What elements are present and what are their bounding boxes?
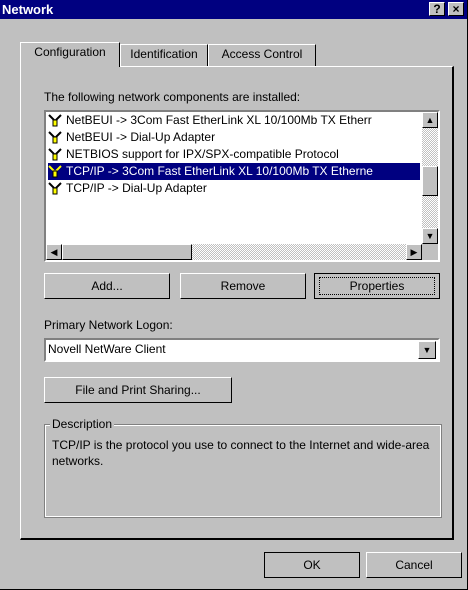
- network-protocol-icon: [48, 113, 62, 127]
- triangle-down-icon: ▼: [425, 231, 435, 241]
- scroll-up-button[interactable]: ▲: [422, 112, 438, 128]
- focus-rectangle: Properties: [319, 277, 435, 295]
- network-protocol-icon: [48, 147, 62, 161]
- scroll-right-button[interactable]: ▶: [406, 244, 422, 260]
- ok-button[interactable]: OK: [264, 552, 360, 578]
- properties-button-label: Properties: [349, 279, 405, 293]
- list-item[interactable]: NetBEUI -> 3Com Fast EtherLink XL 10/100…: [48, 112, 420, 129]
- logon-select-value: Novell NetWare Client: [48, 342, 166, 356]
- tab-access-control-label: Access Control: [221, 47, 303, 61]
- add-button-label: Add...: [91, 279, 123, 293]
- chevron-down-icon: ▼: [422, 345, 432, 355]
- scroll-left-button[interactable]: ◀: [46, 244, 62, 260]
- list-item[interactable]: NetBEUI -> Dial-Up Adapter: [48, 129, 420, 146]
- network-protocol-icon: [48, 164, 62, 178]
- vertical-scroll-thumb[interactable]: [422, 166, 438, 196]
- logon-label: Primary Network Logon:: [44, 318, 173, 332]
- title-bar[interactable]: Network ? ×: [0, 0, 467, 19]
- window-title: Network: [2, 2, 54, 17]
- file-print-sharing-button[interactable]: File and Print Sharing...: [44, 377, 232, 403]
- remove-button-label: Remove: [220, 279, 266, 293]
- tab-access-control[interactable]: Access Control: [208, 44, 316, 66]
- list-item[interactable]: NETBIOS support for IPX/SPX-compatible P…: [48, 146, 420, 163]
- list-item[interactable]: TCP/IP -> Dial-Up Adapter: [48, 180, 420, 197]
- close-button[interactable]: ×: [448, 2, 464, 16]
- components-listbox[interactable]: NetBEUI -> 3Com Fast EtherLink XL 10/100…: [44, 110, 440, 262]
- network-dialog: Network ? × Configuration Identification…: [0, 0, 468, 590]
- tab-identification-label: Identification: [130, 47, 198, 61]
- cancel-button[interactable]: Cancel: [366, 552, 462, 578]
- network-protocol-icon: [48, 181, 62, 195]
- triangle-up-icon: ▲: [425, 115, 435, 125]
- horizontal-scroll-thumb[interactable]: [62, 244, 192, 260]
- network-protocol-icon: [48, 130, 62, 144]
- logon-select[interactable]: Novell NetWare Client ▼: [44, 338, 440, 362]
- triangle-left-icon: ◀: [50, 247, 58, 257]
- cancel-button-label: Cancel: [395, 558, 433, 572]
- triangle-right-icon: ▶: [410, 247, 418, 257]
- help-icon: ?: [433, 2, 441, 16]
- ok-button-label: OK: [303, 558, 321, 572]
- properties-button[interactable]: Properties: [314, 273, 440, 299]
- tab-identification[interactable]: Identification: [120, 44, 208, 66]
- file-print-sharing-label: File and Print Sharing...: [75, 383, 201, 397]
- remove-button[interactable]: Remove: [180, 273, 306, 299]
- list-item-selected[interactable]: TCP/IP -> 3Com Fast EtherLink XL 10/100M…: [48, 163, 420, 180]
- add-button[interactable]: Add...: [44, 273, 170, 299]
- scroll-down-button[interactable]: ▼: [422, 228, 438, 244]
- logon-dropdown-button[interactable]: ▼: [418, 341, 436, 359]
- description-legend: Description: [50, 417, 115, 431]
- description-text: TCP/IP is the protocol you use to connec…: [52, 438, 430, 468]
- close-icon: ×: [452, 2, 460, 16]
- tab-configuration[interactable]: Configuration: [20, 42, 120, 67]
- scroll-corner: [422, 244, 438, 260]
- components-heading: The following network components are ins…: [44, 90, 301, 104]
- tab-configuration-label: Configuration: [34, 45, 106, 59]
- help-button[interactable]: ?: [429, 2, 445, 16]
